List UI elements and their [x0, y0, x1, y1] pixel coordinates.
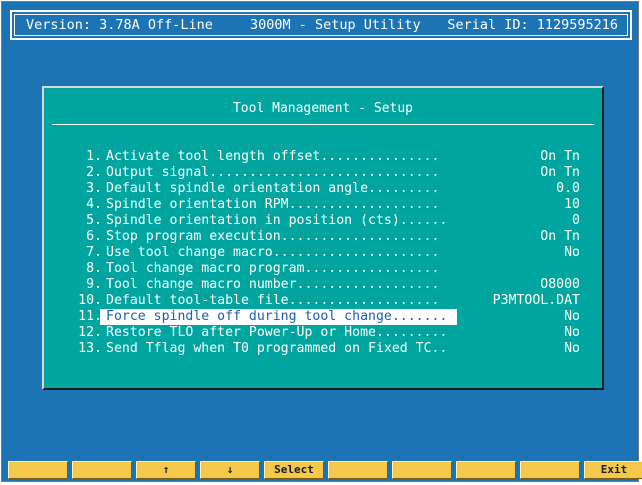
setting-value: No: [564, 309, 580, 324]
f9-key[interactable]: [520, 461, 580, 479]
setting-number: 4.: [86, 197, 102, 212]
setting-value: O8000: [540, 277, 580, 292]
serial-id-label: Serial ID: 1129595216: [447, 17, 618, 33]
down-arrow-key[interactable]: ↓: [200, 461, 260, 479]
setting-row[interactable]: 7. Use tool change macro.................…: [44, 245, 602, 261]
setting-label: Default spindle orientation angle.......…: [106, 181, 440, 196]
status-header: Version: 3.78A Off-Line 3000M - Setup Ut…: [10, 10, 632, 40]
setting-label: Stop program execution..................…: [106, 229, 440, 244]
setting-number: 8.: [86, 261, 102, 276]
setting-label: Output signal...........................…: [106, 165, 440, 180]
setting-number: 7.: [86, 245, 102, 260]
setting-row[interactable]: 2. Output signal.........................…: [44, 165, 602, 181]
setting-value: On Tn: [540, 165, 580, 180]
setting-number: 12.: [78, 325, 102, 340]
f6-key[interactable]: [328, 461, 388, 479]
setting-row[interactable]: 3. Default spindle orientation angle.....…: [44, 181, 602, 197]
setting-label: Spindle orientation in position (cts)...…: [106, 213, 448, 228]
f1-key[interactable]: [8, 461, 68, 479]
setting-number: 2.: [86, 165, 102, 180]
setting-label: Spindle orientation RPM.................…: [106, 197, 440, 212]
setting-row[interactable]: 9. Tool change macro number..............…: [44, 277, 602, 293]
setting-number: 6.: [86, 229, 102, 244]
dialog-title: Tool Management - Setup: [232, 101, 413, 116]
tool-management-dialog: Tool Management - Setup 1. Activate tool …: [42, 86, 604, 390]
function-key-bar: ↑ ↓ Select Exit: [8, 461, 642, 479]
setting-value: On Tn: [540, 229, 580, 244]
setup-utility-screen: Version: 3.78A Off-Line 3000M - Setup Ut…: [1, 1, 642, 482]
setting-value: 0: [572, 213, 580, 228]
setting-row[interactable]: 10. Default tool-table file..............…: [44, 293, 602, 309]
setting-number: 1.: [86, 149, 102, 164]
setting-label: Send Tflag when T0 programmed on Fixed T…: [106, 341, 448, 356]
setting-value: On Tn: [540, 149, 580, 164]
setting-label: Restore TLO after Power-Up or Home......…: [106, 325, 448, 340]
setting-value: No: [564, 245, 580, 260]
f8-key[interactable]: [456, 461, 516, 479]
setting-row[interactable]: 12. Restore TLO after Power-Up or Home...…: [44, 325, 602, 341]
setting-row[interactable]: 4. Spindle orientation RPM...............…: [44, 197, 602, 213]
settings-list: 1. Activate tool length offset...........…: [44, 149, 602, 357]
setting-number: 9.: [86, 277, 102, 292]
setting-label: Activate tool length offset.............…: [106, 149, 440, 164]
select-key[interactable]: Select: [264, 461, 324, 479]
setting-value: No: [564, 341, 580, 356]
setting-number: 5.: [86, 213, 102, 228]
f7-key[interactable]: [392, 461, 452, 479]
setting-value: 10: [564, 197, 580, 212]
setting-label: Force spindle off during tool change....…: [106, 309, 448, 324]
version-label: Version: 3.78A Off-Line: [26, 17, 213, 33]
setting-number: 11.: [78, 309, 102, 324]
app-title: 3000M - Setup Utility: [250, 17, 421, 33]
f2-key[interactable]: [72, 461, 132, 479]
setting-label: Use tool change macro...................…: [106, 245, 440, 260]
setting-row[interactable]: 1. Activate tool length offset...........…: [44, 149, 602, 165]
setting-row[interactable]: 8. Tool change macro program.............…: [44, 261, 602, 277]
setting-row[interactable]: 13. Send Tflag when T0 programmed on Fixe…: [44, 341, 602, 357]
title-divider: [52, 124, 594, 125]
setting-number: 3.: [86, 181, 102, 196]
setting-label: Default tool-table file.................…: [106, 293, 440, 308]
exit-key[interactable]: Exit: [584, 461, 642, 479]
setting-row[interactable]: 5. Spindle orientation in position (cts).…: [44, 213, 602, 229]
setting-value: 0.0: [556, 181, 580, 196]
setting-number: 10.: [78, 293, 102, 308]
setting-row[interactable]: 11. Force spindle off during tool change.…: [44, 309, 602, 325]
setting-row[interactable]: 6. Stop program execution................…: [44, 229, 602, 245]
setting-number: 13.: [78, 341, 102, 356]
up-arrow-key[interactable]: ↑: [136, 461, 196, 479]
setting-label: Tool change macro number................…: [106, 277, 440, 292]
setting-value: No: [564, 325, 580, 340]
setting-value: P3MTOOL.DAT: [492, 293, 580, 308]
setting-label: Tool change macro program...............…: [106, 261, 440, 276]
